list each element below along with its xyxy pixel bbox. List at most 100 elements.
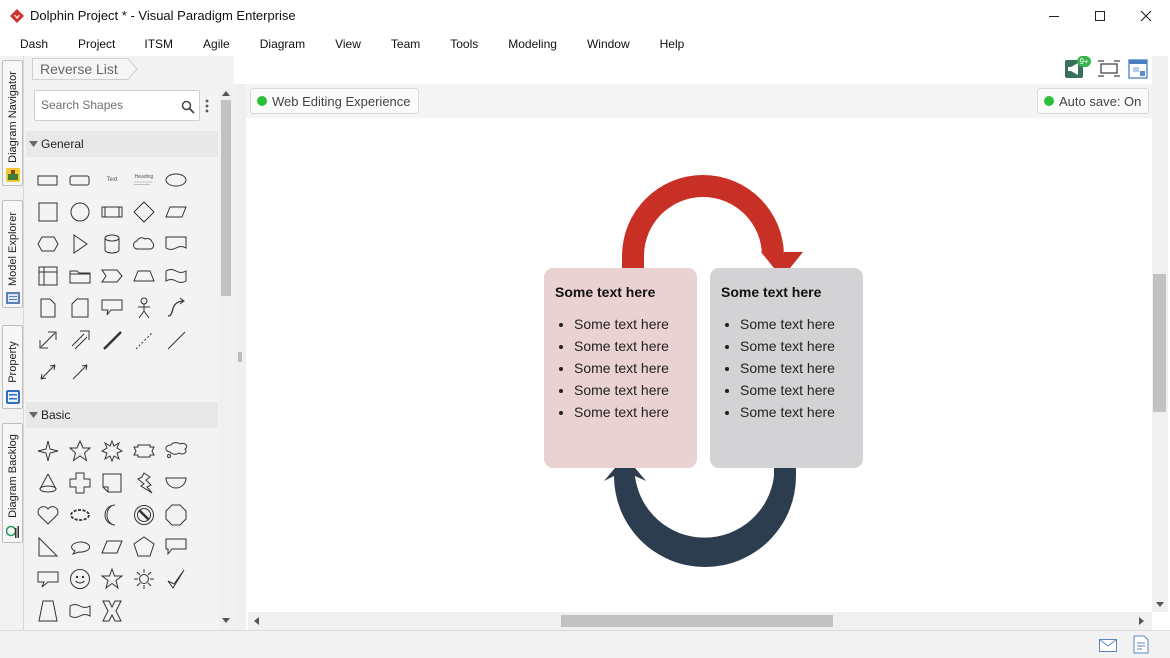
dashed-line-shape-icon[interactable] <box>130 328 158 352</box>
lightning-shape-icon[interactable] <box>130 471 158 495</box>
scroll-down-icon[interactable] <box>1156 602 1164 607</box>
wave-shape-icon[interactable] <box>162 264 190 288</box>
burst-shape-icon[interactable] <box>98 439 126 463</box>
tab-diagram-backlog[interactable]: Diagram Backlog <box>2 423 23 543</box>
menu-dash[interactable]: Dash <box>20 37 48 51</box>
cone-shape-icon[interactable] <box>34 471 62 495</box>
menu-tools[interactable]: Tools <box>450 37 478 51</box>
block-arrow-shape-icon[interactable] <box>66 328 94 352</box>
notification-button[interactable]: 9+ <box>1063 56 1091 80</box>
tab-property[interactable]: Property <box>2 325 23 409</box>
menu-team[interactable]: Team <box>391 37 420 51</box>
page-shape-icon[interactable] <box>34 296 62 320</box>
diagram-canvas[interactable]: Some text here Some text here Some text … <box>248 119 1151 612</box>
search-icon[interactable] <box>181 100 195 114</box>
bidirectional-line-shape-icon[interactable] <box>34 360 62 384</box>
chevron-shape-icon[interactable] <box>98 264 126 288</box>
moon-shape-icon[interactable] <box>98 503 126 527</box>
star-shape-icon[interactable] <box>98 567 126 591</box>
right-triangle-shape-icon[interactable] <box>34 535 62 559</box>
arrow-bottom-navy-icon[interactable] <box>604 456 796 567</box>
thick-line-shape-icon[interactable] <box>98 328 126 352</box>
four-point-star-shape-icon[interactable] <box>34 439 62 463</box>
content-card-right[interactable]: Some text here Some text here Some text … <box>710 268 863 468</box>
rounded-rectangle-shape-icon[interactable] <box>66 168 94 192</box>
section-basic-header[interactable]: Basic <box>26 402 218 428</box>
speech-callout-shape-icon[interactable] <box>34 567 62 591</box>
parallelogram-shape-icon[interactable] <box>162 200 190 224</box>
oval-callout-shape-icon[interactable] <box>66 535 94 559</box>
cloud-shape-icon[interactable] <box>130 232 158 256</box>
triangle-shape-icon[interactable] <box>66 232 94 256</box>
scroll-left-icon[interactable] <box>254 617 259 625</box>
double-arrow-shape-icon[interactable] <box>34 328 62 352</box>
canvas-vertical-scrollbar[interactable] <box>1152 56 1168 612</box>
tall-trapezoid-shape-icon[interactable] <box>34 599 62 623</box>
trapezoid-shape-icon[interactable] <box>130 264 158 288</box>
sun-shape-icon[interactable] <box>130 567 158 591</box>
content-card-left[interactable]: Some text here Some text here Some text … <box>544 268 697 468</box>
menu-modeling[interactable]: Modeling <box>508 37 557 51</box>
text-shape-icon[interactable]: Text <box>98 168 126 192</box>
callout-shape-icon[interactable] <box>98 296 126 320</box>
shapes-panel-scrollbar[interactable] <box>219 88 233 630</box>
mail-icon[interactable] <box>1099 639 1117 652</box>
line-shape-icon[interactable] <box>162 328 190 352</box>
card-shape-icon[interactable] <box>66 296 94 320</box>
menu-help[interactable]: Help <box>660 37 685 51</box>
table-shape-icon[interactable] <box>34 264 62 288</box>
canvas-vertical-scroll-thumb[interactable] <box>1153 274 1166 412</box>
canvas-horizontal-scrollbar[interactable] <box>248 612 1152 630</box>
search-shapes-box[interactable] <box>34 90 200 121</box>
maximize-button[interactable] <box>1077 0 1123 32</box>
panel-splitter[interactable] <box>234 84 246 630</box>
document-shape-icon[interactable] <box>162 232 190 256</box>
scalloped-shape-icon[interactable] <box>66 503 94 527</box>
fit-diagram-icon[interactable] <box>1098 60 1120 77</box>
rectangle-shape-icon[interactable] <box>34 168 62 192</box>
menu-project[interactable]: Project <box>78 37 115 51</box>
tab-diagram-navigator[interactable]: Diagram Navigator <box>2 60 23 186</box>
diamond-shape-icon[interactable] <box>130 200 158 224</box>
star-outline-shape-icon[interactable] <box>66 439 94 463</box>
octagon-shape-icon[interactable] <box>162 503 190 527</box>
circle-shape-icon[interactable] <box>66 200 94 224</box>
square-shape-icon[interactable] <box>34 200 62 224</box>
menu-agile[interactable]: Agile <box>203 37 230 51</box>
document-edit-icon[interactable] <box>1133 635 1149 654</box>
x-shape-icon[interactable] <box>98 599 126 623</box>
no-symbol-shape-icon[interactable] <box>130 503 158 527</box>
process-shape-icon[interactable] <box>98 200 126 224</box>
scroll-down-icon[interactable] <box>222 618 230 623</box>
ribbon-shape-icon[interactable] <box>130 439 158 463</box>
menu-window[interactable]: Window <box>587 37 630 51</box>
arrow-top-red-icon[interactable] <box>622 175 803 278</box>
heart-shape-icon[interactable] <box>34 503 62 527</box>
smiley-shape-icon[interactable] <box>66 567 94 591</box>
more-options-icon[interactable] <box>204 98 210 114</box>
close-button[interactable] <box>1123 0 1169 32</box>
folder-shape-icon[interactable] <box>66 264 94 288</box>
autosave-toggle[interactable]: Auto save: On <box>1037 88 1150 114</box>
ellipse-shape-icon[interactable] <box>162 168 190 192</box>
breadcrumb[interactable]: Reverse List <box>32 58 138 80</box>
menu-view[interactable]: View <box>335 37 361 51</box>
heading-shape-icon[interactable]: Heading <box>130 168 158 192</box>
diagram-layout-icon[interactable] <box>1128 59 1148 79</box>
cross-shape-icon[interactable] <box>66 471 94 495</box>
scroll-up-icon[interactable] <box>222 91 230 96</box>
rect-callout-shape-icon[interactable] <box>162 535 190 559</box>
shapes-panel-scroll-thumb[interactable] <box>221 100 231 296</box>
web-editing-toggle[interactable]: Web Editing Experience <box>250 88 419 114</box>
hexagon-shape-icon[interactable] <box>34 232 62 256</box>
search-shapes-input[interactable] <box>41 98 171 112</box>
thought-bubble-shape-icon[interactable] <box>162 439 190 463</box>
tab-model-explorer[interactable]: Model Explorer <box>2 200 23 308</box>
checkmark-shape-icon[interactable] <box>162 567 190 591</box>
arrow-line-shape-icon[interactable] <box>66 360 94 384</box>
curved-arrow-shape-icon[interactable] <box>162 296 190 320</box>
menu-itsm[interactable]: ITSM <box>144 37 173 51</box>
folded-corner-shape-icon[interactable] <box>98 471 126 495</box>
scroll-right-icon[interactable] <box>1139 617 1144 625</box>
minimize-button[interactable] <box>1031 0 1077 32</box>
